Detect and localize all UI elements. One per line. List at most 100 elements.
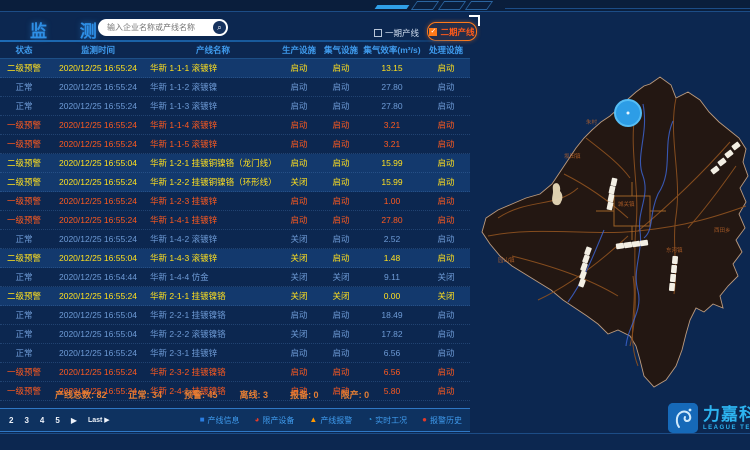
- phase1-checkbox[interactable]: 一期产线: [374, 27, 419, 39]
- table-cell: 二级预警: [0, 157, 48, 169]
- table-cell: 启动: [278, 119, 320, 131]
- table-row[interactable]: 二级预警2020/12/25 16:55:04华新 1-4-3 滚镀锌关闭启动1…: [0, 249, 470, 268]
- legend-item[interactable]: ●报警历史: [422, 415, 462, 426]
- facility-marker[interactable]: [672, 256, 678, 264]
- page-button[interactable]: 4: [40, 416, 44, 425]
- table-cell: 华新 2-2-2 滚镀镍铬: [148, 328, 278, 340]
- table-cell: 15.99: [362, 158, 422, 168]
- bottom-divider-line: [0, 433, 750, 434]
- table-cell: 华新 2-2-1 挂镀镍铬: [148, 309, 278, 321]
- search-input[interactable]: [98, 23, 213, 32]
- table-cell: 一级预警: [0, 214, 48, 226]
- monitoring-table: 状态监测时间产线名称生产设施集气设施集气效率(m³/s)处理设施 二级预警202…: [0, 42, 470, 401]
- facility-marker[interactable]: [632, 241, 641, 248]
- table-row[interactable]: 二级预警2020/12/25 16:55:24华新 2-1-1 挂镀镍铬关闭关闭…: [0, 287, 470, 306]
- table-cell: 关闭: [278, 328, 320, 340]
- table-cell: 启动: [320, 195, 362, 207]
- facility-marker[interactable]: [640, 240, 649, 247]
- table-cell: 关闭: [422, 290, 470, 302]
- table-cell: 启动: [422, 176, 470, 188]
- table-cell: 正常: [0, 100, 48, 112]
- table-cell: 二级预警: [0, 252, 48, 264]
- table-cell: 启动: [278, 195, 320, 207]
- table-row[interactable]: 二级预警2020/12/25 16:55:24华新 1-1-1 滚镀锌启动启动1…: [0, 59, 470, 78]
- summary-item: 正常: 34: [129, 388, 163, 401]
- brand-logo: 力嘉科技 LEAGUE TECH: [668, 403, 750, 433]
- column-header: 状态: [0, 44, 48, 56]
- table-cell: 华新 1-1-5 滚镀锌: [148, 138, 278, 150]
- table-row[interactable]: 一级预警2020/12/25 16:55:24华新 1-2-3 挂镀锌启动启动1…: [0, 192, 470, 211]
- table-row[interactable]: 正常2020/12/25 16:55:24华新 1-4-2 滚镀锌关闭启动2.5…: [0, 230, 470, 249]
- table-cell: 华新 1-2-3 挂镀锌: [148, 195, 278, 207]
- facility-marker[interactable]: [670, 274, 676, 282]
- top-decorative-strip: [0, 0, 750, 12]
- table-cell: 启动: [320, 366, 362, 378]
- table-row[interactable]: 二级预警2020/12/25 16:55:04华新 1-2-1 挂镀铜镍铬（龙门…: [0, 154, 470, 173]
- last-page-button[interactable]: Last ▶: [88, 416, 110, 424]
- legend-label: 报警历史: [430, 415, 462, 426]
- table-row[interactable]: 正常2020/12/25 16:54:44华新 1-4-4 仿金关闭关闭9.11…: [0, 268, 470, 287]
- table-cell: 启动: [320, 233, 362, 245]
- search-box[interactable]: ⌕: [98, 19, 228, 36]
- table-cell: 9.11: [362, 272, 422, 282]
- summary-bar: 产线总数: 82正常: 34预警: 45离线: 3报备: 0限产: 0: [0, 384, 470, 404]
- table-row[interactable]: 一级预警2020/12/25 16:55:24华新 1-4-1 挂镀锌启动启动2…: [0, 211, 470, 230]
- legend-label: 产线信息: [208, 415, 240, 426]
- column-header: 集气设施: [320, 44, 362, 56]
- page-button[interactable]: 3: [24, 416, 28, 425]
- table-cell: 2020/12/25 16:55:04: [48, 310, 148, 320]
- page-button[interactable]: 2: [9, 416, 13, 425]
- corner-bracket-decoration: [469, 15, 480, 26]
- table-cell: 27.80: [362, 82, 422, 92]
- summary-item: 报备: 0: [290, 388, 319, 401]
- table-cell: 启动: [422, 157, 470, 169]
- brand-subtitle: LEAGUE TECH: [703, 425, 750, 431]
- table-cell: 二级预警: [0, 62, 48, 74]
- table-cell: 关闭: [320, 290, 362, 302]
- table-cell: 华新 2-1-1 挂镀镍铬: [148, 290, 278, 302]
- table-cell: 2020/12/25 16:55:24: [48, 291, 148, 301]
- legend-item[interactable]: ◕限产设备: [255, 415, 295, 426]
- table-cell: 关闭: [278, 252, 320, 264]
- table-cell: 1.48: [362, 253, 422, 263]
- table-row[interactable]: 正常2020/12/25 16:55:24华新 2-3-1 挂镀锌启动启动6.5…: [0, 344, 470, 363]
- table-row[interactable]: 一级预警2020/12/25 16:55:24华新 1-1-5 滚镀锌启动启动3…: [0, 135, 470, 154]
- facility-marker[interactable]: [624, 242, 633, 249]
- table-cell: 启动: [422, 119, 470, 131]
- facility-marker[interactable]: [616, 243, 625, 250]
- table-cell: 启动: [422, 233, 470, 245]
- table-row[interactable]: 一级预警2020/12/25 16:55:24华新 2-3-2 挂镀镍铬启动启动…: [0, 363, 470, 382]
- table-cell: 华新 1-2-2 挂镀铜镍铬（环形线）: [148, 176, 278, 188]
- page-button[interactable]: 5: [55, 416, 59, 425]
- facility-marker[interactable]: [671, 265, 677, 273]
- table-row[interactable]: 正常2020/12/25 16:55:24华新 1-1-3 滚镀锌启动启动27.…: [0, 97, 470, 116]
- legend-item[interactable]: ▲产线报警: [309, 415, 352, 426]
- table-cell: 6.56: [362, 348, 422, 358]
- table-row[interactable]: 正常2020/12/25 16:55:24华新 1-1-2 滚镀镍启动启动27.…: [0, 78, 470, 97]
- table-row[interactable]: 一级预警2020/12/25 16:55:24华新 1-1-4 滚镀锌启动启动3…: [0, 116, 470, 135]
- facility-marker[interactable]: [669, 283, 675, 291]
- map-place-label: 城关镇: [618, 200, 635, 208]
- table-cell: 华新 1-1-3 滚镀锌: [148, 100, 278, 112]
- table-cell: 3.21: [362, 120, 422, 130]
- table-cell: 二级预警: [0, 176, 48, 188]
- legend-item[interactable]: ◔实时工况: [367, 415, 407, 426]
- region-map[interactable]: 朱村坂田镇城关镇西田乡园山镇东河镇: [468, 46, 750, 402]
- table-cell: 18.49: [362, 310, 422, 320]
- next-page-button[interactable]: ▶: [71, 416, 77, 425]
- table-cell: 启动: [422, 138, 470, 150]
- checkbox-unchecked-icon[interactable]: [374, 29, 382, 37]
- search-icon[interactable]: ⌕: [213, 21, 226, 34]
- table-cell: 启动: [422, 309, 470, 321]
- table-row[interactable]: 二级预警2020/12/25 16:55:24华新 1-2-2 挂镀铜镍铬（环形…: [0, 173, 470, 192]
- table-cell: 17.82: [362, 329, 422, 339]
- summary-item: 预警: 45: [184, 388, 218, 401]
- table-cell: 27.80: [362, 101, 422, 111]
- checkbox-checked-icon[interactable]: [429, 28, 437, 36]
- table-row[interactable]: 正常2020/12/25 16:55:04华新 2-2-2 滚镀镍铬关闭启动17…: [0, 325, 470, 344]
- table-cell: 华新 1-2-1 挂镀铜镍铬（龙门线）: [148, 157, 278, 169]
- table-cell: 27.80: [362, 215, 422, 225]
- table-cell: 华新 1-1-4 滚镀锌: [148, 119, 278, 131]
- table-row[interactable]: 正常2020/12/25 16:55:04华新 2-2-1 挂镀镍铬启动启动18…: [0, 306, 470, 325]
- legend-item[interactable]: ■产线信息: [200, 415, 240, 426]
